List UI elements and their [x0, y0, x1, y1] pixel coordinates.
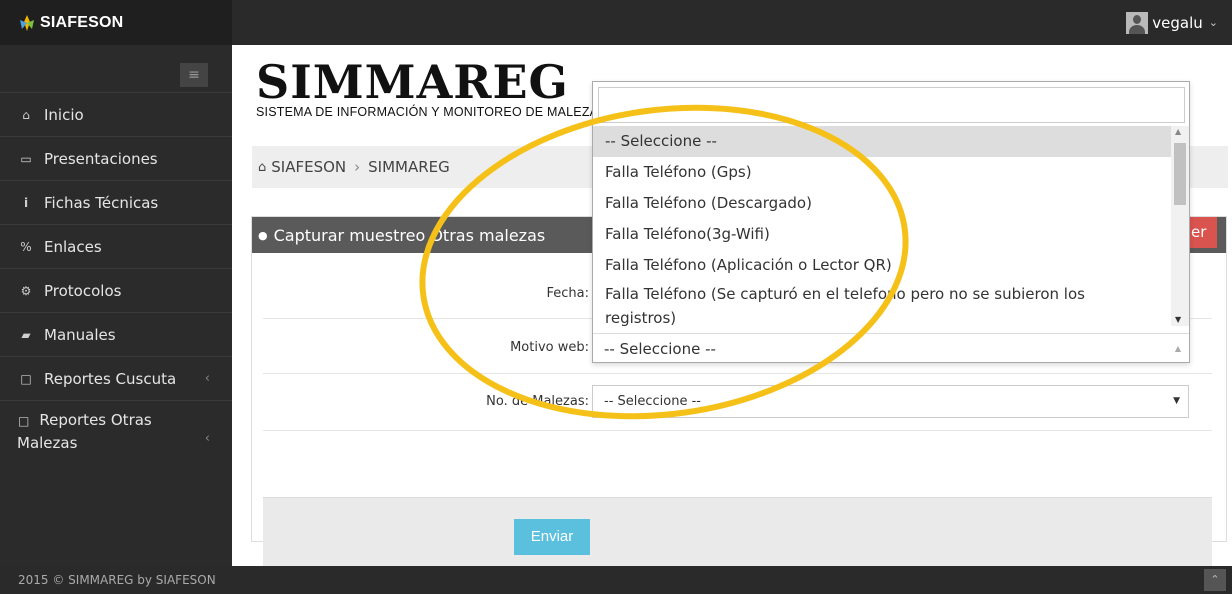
- footer: 2015 © SIMMAREG by SIAFESON ⌃: [0, 566, 1232, 594]
- folder-icon: ▭: [20, 151, 32, 166]
- user-name: vegalu: [1152, 13, 1203, 32]
- malezas-select[interactable]: -- Seleccione -- ▼: [592, 385, 1189, 418]
- book-icon: ▰: [21, 327, 31, 342]
- sidebar-menu: ⌂ Inicio ▭ Presentaciones i Fichas Técni…: [0, 92, 232, 466]
- dropdown-scrollbar[interactable]: ▲ ▼: [1171, 126, 1189, 326]
- chevron-down-icon: ⌄: [1208, 16, 1218, 29]
- avatar: [1126, 11, 1149, 34]
- sidebar: ≡ ⌂ Inicio ▭ Presentaciones i Fichas Téc…: [0, 45, 232, 566]
- brand[interactable]: SIAFESON: [0, 0, 232, 45]
- breadcrumb-current[interactable]: SIMMAREG: [368, 158, 450, 176]
- app-logo: SIMMAREG SISTEMA DE INFORMACIÓN Y MONITO…: [256, 57, 607, 119]
- scroll-down-icon[interactable]: ▼: [1175, 315, 1181, 324]
- dropdown-option[interactable]: Falla Teléfono (Descargado): [593, 188, 1171, 219]
- motivo-select-value: -- Seleccione --: [604, 340, 716, 358]
- motivo-dropdown: -- Seleccione -- Falla Teléfono (Gps) Fa…: [592, 81, 1190, 363]
- dropdown-option-line1: Falla Teléfono (Se capturó en el telefon…: [605, 285, 1085, 303]
- home-icon: ⌂: [258, 159, 267, 175]
- form-actions: Enviar: [263, 497, 1212, 575]
- brand-name: SIAFESON: [40, 13, 124, 31]
- document-icon: □: [20, 371, 32, 386]
- sidebar-item-label: Fichas Técnicas: [44, 193, 159, 212]
- dropdown-option[interactable]: -- Seleccione --: [593, 126, 1171, 157]
- brand-logo-icon: [20, 14, 34, 31]
- dropdown-options: -- Seleccione -- Falla Teléfono (Gps) Fa…: [593, 126, 1171, 326]
- logo-subtitle: SISTEMA DE INFORMACIÓN Y MONITOREO DE MA…: [256, 105, 607, 119]
- submit-button[interactable]: Enviar: [514, 519, 590, 555]
- dropdown-option[interactable]: Falla Teléfono (Aplicación o Lector QR): [593, 250, 1171, 281]
- caret-down-icon: ▼: [1173, 396, 1180, 406]
- logo-title: SIMMAREG: [256, 55, 569, 109]
- motivo-label: Motivo web:: [510, 340, 589, 355]
- scrollbar-thumb[interactable]: [1174, 143, 1186, 205]
- malezas-row: No. de Malezas: -- Seleccione -- ▼: [263, 374, 1212, 431]
- panel-title: Capturar muestreo Otras malezas: [273, 225, 546, 245]
- user-menu[interactable]: vegalu ⌄: [1126, 0, 1218, 45]
- sidebar-item-reportes-otras-malezas[interactable]: □ Reportes Otras Malezas ‹: [0, 400, 232, 466]
- sidebar-item-label: Inicio: [44, 105, 84, 124]
- sidebar-item-presentaciones[interactable]: ▭ Presentaciones: [0, 136, 232, 180]
- sidebar-item-fichas-tecnicas[interactable]: i Fichas Técnicas: [0, 180, 232, 224]
- fecha-label: Fecha:: [546, 286, 590, 301]
- panel-action-button[interactable]: er: [1189, 217, 1217, 248]
- sidebar-item-label: Protocolos: [44, 281, 122, 300]
- info-icon: i: [23, 195, 29, 210]
- sidebar-item-label-line2: Malezas: [17, 434, 78, 452]
- home-icon: ⌂: [22, 107, 30, 122]
- dropdown-option[interactable]: Falla Teléfono (Gps): [593, 157, 1171, 188]
- sidebar-item-label: Reportes Otras: [39, 411, 152, 429]
- footer-text: 2015 © SIMMAREG by SIAFESON: [18, 573, 216, 587]
- breadcrumb-separator: ›: [354, 158, 361, 176]
- sidebar-item-label: Reportes Cuscuta: [44, 369, 177, 388]
- sidebar-item-label: Manuales: [44, 325, 116, 344]
- scroll-up-icon[interactable]: ▲: [1175, 127, 1181, 136]
- gear-icon: ⚙: [20, 283, 32, 298]
- menu-toggle-icon[interactable]: ≡: [180, 63, 208, 87]
- document-icon: □: [18, 414, 30, 428]
- motivo-select[interactable]: -- Seleccione -- ▲: [593, 333, 1189, 363]
- link-icon: %: [20, 239, 32, 254]
- top-navbar: SIAFESON vegalu ⌄: [0, 0, 1232, 45]
- dropdown-option[interactable]: Falla Teléfono (Se capturó en el telefon…: [593, 281, 1171, 326]
- chevron-left-icon: ‹: [204, 371, 210, 386]
- chevron-left-icon: ‹: [204, 431, 210, 446]
- breadcrumb-home[interactable]: SIAFESON: [271, 158, 346, 176]
- chevron-circle-icon: ●: [258, 228, 268, 242]
- sidebar-item-label: Enlaces: [44, 237, 102, 256]
- sidebar-item-label: Presentaciones: [44, 149, 158, 168]
- malezas-select-value: -- Seleccione --: [604, 394, 701, 409]
- sidebar-item-inicio[interactable]: ⌂ Inicio: [0, 92, 232, 136]
- sidebar-item-enlaces[interactable]: % Enlaces: [0, 224, 232, 268]
- malezas-label: No. de Malezas:: [486, 394, 589, 409]
- sidebar-item-reportes-cuscuta[interactable]: □ Reportes Cuscuta ‹: [0, 356, 232, 400]
- caret-up-icon: ▲: [1174, 344, 1181, 353]
- sidebar-item-protocolos[interactable]: ⚙ Protocolos: [0, 268, 232, 312]
- sidebar-item-manuales[interactable]: ▰ Manuales: [0, 312, 232, 356]
- dropdown-option[interactable]: Falla Teléfono(3g-Wifi): [593, 219, 1171, 250]
- dropdown-search-input[interactable]: [598, 87, 1185, 123]
- dropdown-option-line2: registros): [605, 309, 677, 326]
- scroll-top-icon[interactable]: ⌃: [1204, 569, 1226, 591]
